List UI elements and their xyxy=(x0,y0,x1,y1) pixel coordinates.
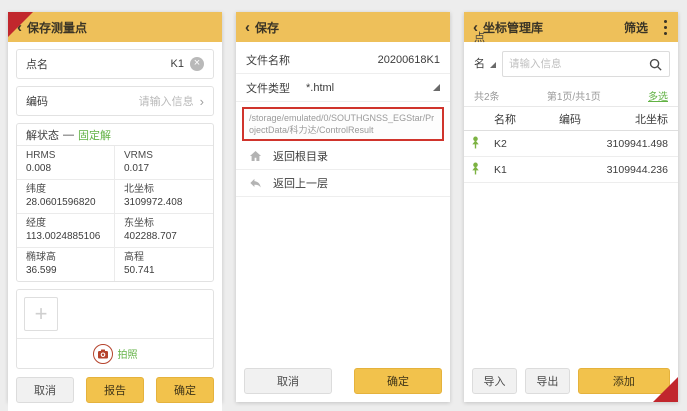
row-north: 3109941.498 xyxy=(590,138,668,150)
page-indicator: 第1页/共1页 xyxy=(500,88,648,103)
point-name-field[interactable]: 点名 K1 × xyxy=(17,50,213,78)
screen-save-measure-point: ‹ 保存测量点 点名 K1 × 编码 请输入信息 › 解状态 — 固定解 HRM… xyxy=(8,12,222,402)
go-up-row[interactable]: 返回上一层 xyxy=(236,170,450,197)
solution-card: 解状态 — 固定解 HRMS 0.008 VRMS 0.017 纬度 28.06… xyxy=(16,123,214,282)
col-name: 名称 xyxy=(494,111,550,127)
go-root-label: 返回根目录 xyxy=(273,148,328,164)
filter-button[interactable]: 筛选 xyxy=(624,19,648,36)
add-photo-placeholder[interactable]: + xyxy=(24,297,58,331)
titlebar: ‹ 坐标管理库 筛选 xyxy=(464,12,678,42)
hrms-cell: HRMS 0.008 xyxy=(17,146,115,180)
east-coord-cell: 东坐标 402288.707 xyxy=(115,214,213,248)
north-coord-cell: 北坐标 3109972.408 xyxy=(115,180,213,214)
dropdown-corner-icon xyxy=(433,84,440,91)
table-row[interactable]: K1 3109944.236 xyxy=(464,157,678,183)
row-name: K2 xyxy=(494,138,550,150)
code-label: 编码 xyxy=(26,93,48,109)
annotation-triangle-topleft xyxy=(8,12,33,37)
export-button[interactable]: 导出 xyxy=(525,368,570,394)
row-name: K1 xyxy=(494,164,550,176)
take-photo-label: 拍照 xyxy=(118,346,138,361)
search-field-label: 点名 xyxy=(474,25,485,77)
ok-button[interactable]: 确定 xyxy=(354,368,442,394)
file-name-label: 文件名称 xyxy=(246,52,290,68)
back-arrow-icon xyxy=(248,175,264,191)
point-tree-icon xyxy=(470,162,494,178)
titlebar: ‹ 保存 xyxy=(236,12,450,42)
file-type-value: *.html xyxy=(306,82,334,94)
ellipsoid-height-cell: 椭球高 36.599 xyxy=(17,248,115,281)
cancel-button[interactable]: 取消 xyxy=(244,368,332,394)
overflow-menu-icon[interactable] xyxy=(662,18,669,37)
page-title: 保存 xyxy=(255,19,279,36)
list-stats-row: 共2条 第1页/共1页 多选 xyxy=(464,85,678,107)
coordinate-grid: HRMS 0.008 VRMS 0.017 纬度 28.0601596820 北… xyxy=(17,146,213,281)
file-type-label: 文件类型 xyxy=(246,80,290,96)
clear-icon[interactable]: × xyxy=(190,57,204,71)
camera-icon xyxy=(93,344,113,364)
total-count: 共2条 xyxy=(474,88,500,103)
col-code: 编码 xyxy=(550,111,590,127)
elevation-cell: 高程 50.741 xyxy=(115,248,213,281)
solution-separator: — xyxy=(63,129,74,141)
go-root-row[interactable]: 返回根目录 xyxy=(236,143,450,170)
longitude-cell: 经度 113.0024885106 xyxy=(17,214,115,248)
file-name-row[interactable]: 文件名称 20200618K1 xyxy=(236,46,450,74)
page-title: 坐标管理库 xyxy=(483,19,543,36)
solution-label: 解状态 xyxy=(26,127,59,143)
path-highlight-box: /storage/emulated/0/SOUTHGNSS_EGStar/Pro… xyxy=(242,107,444,141)
home-icon xyxy=(248,148,264,164)
import-button[interactable]: 导入 xyxy=(472,368,517,394)
point-name-value: K1 xyxy=(171,58,184,70)
footer-actions: 取消 确定 xyxy=(236,360,450,402)
search-box xyxy=(502,51,670,77)
code-placeholder: 请输入信息 xyxy=(139,93,194,109)
row-north: 3109944.236 xyxy=(590,164,668,176)
search-input[interactable] xyxy=(509,58,644,70)
footer-actions: 导入 导出 添加 xyxy=(464,360,678,402)
table-row[interactable]: K2 3109941.498 xyxy=(464,131,678,157)
footer-actions: 取消 报告 确定 xyxy=(8,369,222,411)
code-field[interactable]: 编码 请输入信息 › xyxy=(17,87,213,115)
chevron-right-icon: › xyxy=(200,94,204,109)
search-bar: 点名 xyxy=(464,42,678,85)
report-button[interactable]: 报告 xyxy=(86,377,144,403)
latitude-cell: 纬度 28.0601596820 xyxy=(17,180,115,214)
dropdown-corner-icon xyxy=(490,62,496,68)
col-north: 北坐标 xyxy=(590,111,668,127)
current-path: /storage/emulated/0/SOUTHGNSS_EGStar/Pro… xyxy=(249,113,434,135)
go-up-label: 返回上一层 xyxy=(273,175,328,191)
solution-status-row: 解状态 — 固定解 xyxy=(17,124,213,146)
take-photo-button[interactable]: 拍照 xyxy=(17,338,213,368)
ok-button[interactable]: 确定 xyxy=(156,377,214,403)
screen-coordinate-library: ‹ 坐标管理库 筛选 点名 共2条 第1页/共1页 多选 名称 编码 北坐标 xyxy=(464,12,678,402)
file-name-value: 20200618K1 xyxy=(378,54,440,66)
table-header: 名称 编码 北坐标 xyxy=(464,107,678,131)
annotation-triangle-bottomright xyxy=(653,377,678,402)
search-icon[interactable] xyxy=(648,57,663,72)
vrms-cell: VRMS 0.017 xyxy=(115,146,213,180)
page-title: 保存测量点 xyxy=(27,19,87,36)
file-type-row[interactable]: 文件类型 *.html xyxy=(236,74,450,102)
multi-select-link[interactable]: 多选 xyxy=(648,88,668,103)
screen-save-file: ‹ 保存 文件名称 20200618K1 文件类型 *.html /storag… xyxy=(236,12,450,402)
cancel-button[interactable]: 取消 xyxy=(16,377,74,403)
search-field-selector[interactable]: 点名 xyxy=(472,51,498,77)
back-icon[interactable]: ‹ xyxy=(245,20,250,35)
point-name-label: 点名 xyxy=(26,56,48,72)
point-tree-icon xyxy=(470,136,494,152)
titlebar: ‹ 保存测量点 xyxy=(8,12,222,42)
solution-value: 固定解 xyxy=(78,127,111,143)
photo-card: + 拍照 xyxy=(16,289,214,369)
